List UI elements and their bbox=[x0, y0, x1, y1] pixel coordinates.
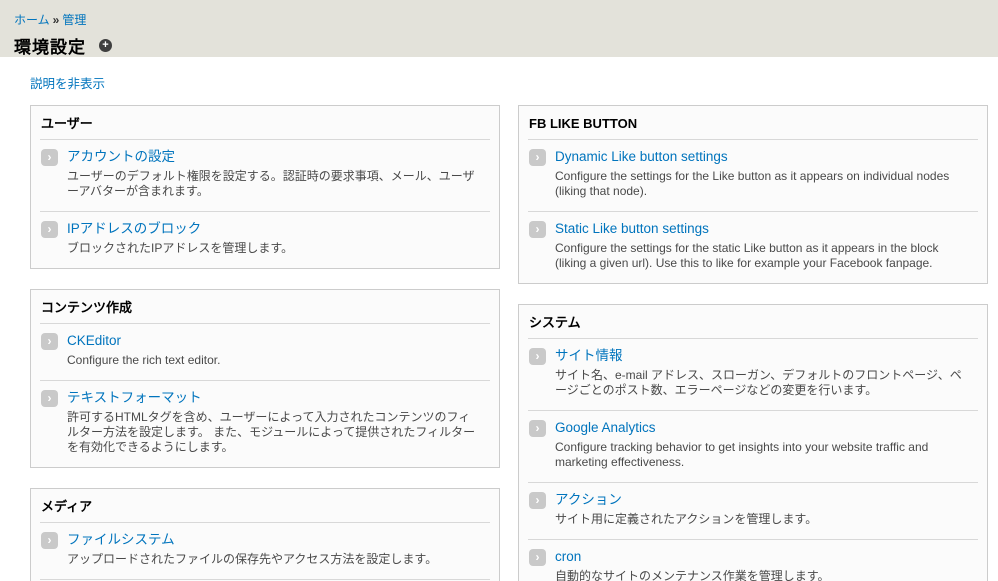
config-description: サイト用に定義されたアクションを管理します。 bbox=[555, 512, 817, 527]
config-description: ユーザーのデフォルト権限を設定する。認証時の要求事項、メール、ユーザーアバターが… bbox=[67, 169, 479, 199]
panel-user: ユーザー › アカウントの設定 ユーザーのデフォルト権限を設定する。認証時の要求… bbox=[30, 105, 500, 269]
chevron-right-icon: › bbox=[529, 221, 546, 238]
config-link[interactable]: Static Like button settings bbox=[555, 220, 709, 237]
config-item-dynamic-like: › Dynamic Like button settings Configure… bbox=[528, 139, 978, 211]
config-item-file-system: › ファイルシステム アップロードされたファイルの保存先やアクセス方法を設定しま… bbox=[40, 522, 490, 579]
config-link[interactable]: ファイルシステム bbox=[67, 531, 175, 548]
config-link[interactable]: Google Analytics bbox=[555, 419, 656, 436]
chevron-right-icon: › bbox=[41, 149, 58, 166]
panel-title: メディア bbox=[40, 489, 490, 522]
config-item-site-information: › サイト情報 サイト名、e-mail アドレス、スローガン、デフォルトのフロン… bbox=[528, 338, 978, 410]
add-circle-icon[interactable]: + bbox=[99, 39, 112, 52]
breadcrumb-separator: » bbox=[53, 13, 60, 27]
config-link[interactable]: CKEditor bbox=[67, 332, 121, 349]
config-item-static-like: › Static Like button settings Configure … bbox=[528, 211, 978, 283]
chevron-right-icon: › bbox=[529, 420, 546, 437]
panel-system: システム › サイト情報 サイト名、e-mail アドレス、スローガン、デフォル… bbox=[518, 304, 988, 581]
hide-descriptions-link[interactable]: 説明を非表示 bbox=[30, 73, 105, 92]
chevron-right-icon: › bbox=[529, 549, 546, 566]
config-item-account-settings: › アカウントの設定 ユーザーのデフォルト権限を設定する。認証時の要求事項、メー… bbox=[40, 139, 490, 211]
chevron-right-icon: › bbox=[41, 390, 58, 407]
panel-content-authoring: コンテンツ作成 › CKEditor Configure the rich te… bbox=[30, 289, 500, 468]
config-item-google-analytics: › Google Analytics Configure tracking be… bbox=[528, 410, 978, 482]
config-link[interactable]: cron bbox=[555, 548, 581, 565]
panel-title: FB LIKE BUTTON bbox=[528, 106, 978, 139]
breadcrumb: ホーム»管理 bbox=[14, 11, 984, 28]
config-item-actions: › アクション サイト用に定義されたアクションを管理します。 bbox=[528, 482, 978, 539]
breadcrumb-admin-link[interactable]: 管理 bbox=[62, 13, 86, 27]
config-description: Configure the settings for the static Li… bbox=[555, 241, 967, 271]
config-link[interactable]: アクション bbox=[555, 491, 622, 508]
chevron-right-icon: › bbox=[41, 333, 58, 350]
config-link[interactable]: Dynamic Like button settings bbox=[555, 148, 728, 165]
panel-media: メディア › ファイルシステム アップロードされたファイルの保存先やアクセス方法… bbox=[30, 488, 500, 581]
config-item-cron: › cron 自動的なサイトのメンテナンス作業を管理します。 bbox=[528, 539, 978, 581]
config-description: 許可するHTMLタグを含め、ユーザーによって入力されたコンテンツのフィルター方法… bbox=[67, 410, 479, 455]
right-column: FB LIKE BUTTON › Dynamic Like button set… bbox=[518, 105, 988, 581]
breadcrumb-home-link[interactable]: ホーム bbox=[14, 13, 50, 27]
config-description: ブロックされたIPアドレスを管理します。 bbox=[67, 241, 293, 256]
config-link[interactable]: アカウントの設定 bbox=[67, 148, 175, 165]
config-link[interactable]: サイト情報 bbox=[555, 347, 623, 364]
page-header-bar: ホーム»管理 環境設定 + bbox=[0, 0, 998, 57]
config-description: Configure the rich text editor. bbox=[67, 353, 220, 368]
config-description: Configure tracking behavior to get insig… bbox=[555, 440, 967, 470]
config-link[interactable]: テキストフォーマット bbox=[67, 389, 202, 406]
config-description: アップロードされたファイルの保存先やアクセス方法を設定します。 bbox=[67, 552, 437, 567]
chevron-right-icon: › bbox=[529, 492, 546, 509]
chevron-right-icon: › bbox=[41, 532, 58, 549]
page-title: 環境設定 bbox=[14, 33, 86, 58]
config-page-content: 説明を非表示 ユーザー › アカウントの設定 ユーザーのデフォルト権限を設定する… bbox=[0, 57, 998, 581]
config-item-text-formats: › テキストフォーマット 許可するHTMLタグを含め、ユーザーによって入力された… bbox=[40, 380, 490, 467]
config-item-ip-blocking: › IPアドレスのブロック ブロックされたIPアドレスを管理します。 bbox=[40, 211, 490, 268]
chevron-right-icon: › bbox=[529, 348, 546, 365]
panel-title: ユーザー bbox=[40, 106, 490, 139]
config-description: 自動的なサイトのメンテナンス作業を管理します。 bbox=[555, 569, 830, 581]
panel-title: システム bbox=[528, 305, 978, 338]
config-description: サイト名、e-mail アドレス、スローガン、デフォルトのフロントページ、ページ… bbox=[555, 368, 967, 398]
config-description: Configure the settings for the Like butt… bbox=[555, 169, 967, 199]
panel-fb-like-button: FB LIKE BUTTON › Dynamic Like button set… bbox=[518, 105, 988, 284]
chevron-right-icon: › bbox=[529, 149, 546, 166]
config-item-ckeditor: › CKEditor Configure the rich text edito… bbox=[40, 323, 490, 380]
panel-title: コンテンツ作成 bbox=[40, 290, 490, 323]
config-link[interactable]: IPアドレスのブロック bbox=[67, 220, 201, 237]
left-column: ユーザー › アカウントの設定 ユーザーのデフォルト権限を設定する。認証時の要求… bbox=[30, 105, 500, 581]
chevron-right-icon: › bbox=[41, 221, 58, 238]
